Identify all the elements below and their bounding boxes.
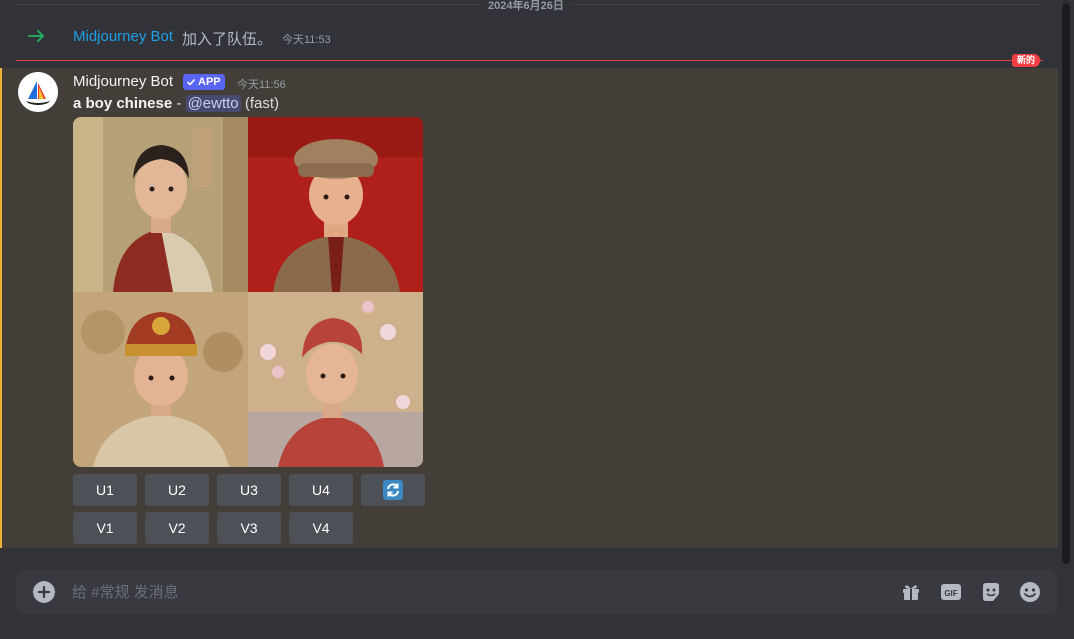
upscale-button-3[interactable]: U3 xyxy=(217,474,281,506)
message-composer: GIF xyxy=(16,570,1057,614)
join-timestamp: 今天11:53 xyxy=(282,34,331,46)
new-messages-line xyxy=(16,60,1043,61)
new-messages-badge: 新的 xyxy=(1012,54,1041,67)
user-mention[interactable]: @ewtto xyxy=(185,95,241,112)
refresh-icon xyxy=(383,480,403,500)
generated-image-2[interactable] xyxy=(248,117,423,292)
join-text: 加入了队伍。 xyxy=(182,31,273,48)
message-content: a boy chinese - @ewtto (fast) xyxy=(73,95,279,112)
upscale-button-2[interactable]: U2 xyxy=(145,474,209,506)
mode-text: (fast) xyxy=(240,95,279,112)
sailboat-logo-icon xyxy=(18,72,58,112)
app-badge: APP xyxy=(183,74,225,90)
variation-button-2[interactable]: V2 xyxy=(145,512,209,544)
plus-icon[interactable] xyxy=(33,581,55,603)
bot-message: Midjourney Bot APP 今天11:56 a boy chinese… xyxy=(0,68,1058,548)
chat-scroller[interactable]: 2024年6月26日 Midjourney Bot 加入了队伍。 今天11:53… xyxy=(0,0,1058,548)
app-badge-label: APP xyxy=(198,76,221,88)
verified-check-icon xyxy=(186,78,196,86)
gif-icon[interactable]: GIF xyxy=(940,581,962,603)
generated-image-4[interactable] xyxy=(248,292,423,467)
emoji-icon[interactable] xyxy=(1019,581,1041,603)
variation-button-1[interactable]: V1 xyxy=(73,512,137,544)
join-username[interactable]: Midjourney Bot xyxy=(73,28,173,45)
message-input[interactable] xyxy=(72,570,872,614)
join-system-message: Midjourney Bot 加入了队伍。 今天11:53 xyxy=(0,22,1058,52)
prompt-text: a boy chinese xyxy=(73,95,173,112)
variation-button-row: V1 V2 V3 V4 xyxy=(73,512,353,544)
author-name[interactable]: Midjourney Bot xyxy=(73,73,173,90)
variation-button-3[interactable]: V3 xyxy=(217,512,281,544)
avatar[interactable] xyxy=(18,72,58,112)
separator-text: - xyxy=(172,95,186,112)
generated-image-1[interactable] xyxy=(73,117,248,292)
gift-icon[interactable] xyxy=(900,581,922,603)
date-divider-text: 2024年6月26日 xyxy=(480,0,572,13)
svg-text:GIF: GIF xyxy=(944,589,957,598)
upscale-button-1[interactable]: U1 xyxy=(73,474,137,506)
sticker-icon[interactable] xyxy=(980,581,1002,603)
upscale-button-4[interactable]: U4 xyxy=(289,474,353,506)
join-arrow-icon xyxy=(28,30,44,42)
variation-button-4[interactable]: V4 xyxy=(289,512,353,544)
generated-image-3[interactable] xyxy=(73,292,248,467)
generated-image-grid[interactable] xyxy=(73,117,423,467)
upscale-button-row: U1 U2 U3 U4 xyxy=(73,474,425,506)
scrollbar-thumb[interactable] xyxy=(1062,4,1070,564)
message-timestamp: 今天11:56 xyxy=(237,79,286,91)
reroll-button[interactable] xyxy=(361,474,425,506)
